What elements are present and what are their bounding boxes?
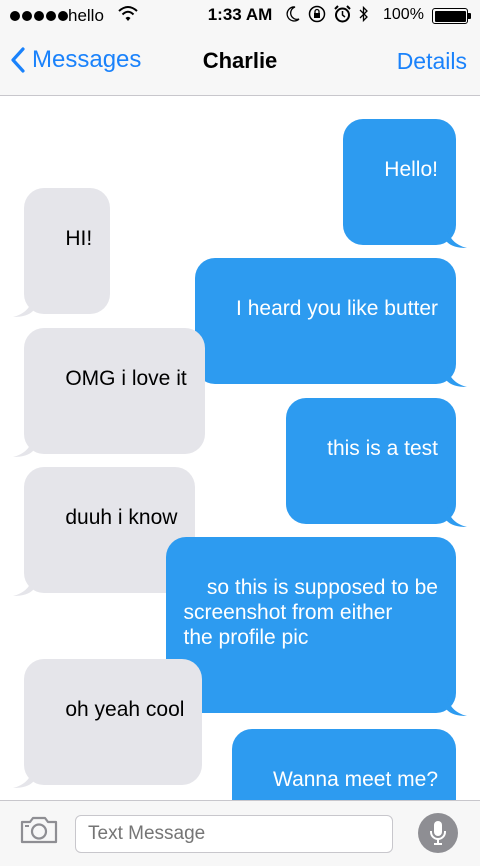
message-bubble-outgoing[interactable]: so this is supposed to be screenshot fro… (165, 537, 467, 716)
message-text: Wanna meet me? (273, 768, 438, 791)
message-bubble-outgoing[interactable]: I heard you like butter (194, 258, 467, 387)
details-button[interactable]: Details (397, 48, 467, 75)
message-text: Hello! (384, 158, 438, 181)
microphone-icon (430, 821, 446, 845)
message-bubble-incoming[interactable]: oh yeah cool (13, 659, 203, 788)
battery-icon (432, 8, 468, 24)
nav-bar: Messages Charlie Details (0, 32, 480, 96)
alarm-icon (334, 5, 351, 28)
message-text: duuh i know (65, 506, 178, 529)
bluetooth-icon (359, 5, 369, 28)
battery-percent: 100% (383, 6, 424, 23)
rotation-lock-icon (308, 5, 326, 28)
message-bubble-outgoing[interactable]: this is a test (285, 398, 467, 527)
back-chevron-icon (11, 47, 25, 73)
camera-icon (20, 816, 58, 844)
message-bubble-incoming[interactable]: OMG i love it (13, 328, 205, 457)
message-text: so this is supposed to be screenshot fro… (183, 576, 439, 649)
message-text: oh yeah cool (65, 698, 185, 721)
composer-bar (0, 800, 480, 866)
message-text: OMG i love it (65, 367, 187, 390)
message-text: I heard you like butter (236, 297, 438, 320)
message-input[interactable] (75, 815, 393, 853)
moon-icon (286, 6, 300, 27)
back-label: Messages (32, 46, 142, 73)
camera-button[interactable] (19, 815, 59, 850)
message-text: this is a test (327, 437, 438, 460)
message-thread[interactable]: Hello! HI! I heard you like butter OMG i… (0, 97, 480, 858)
microphone-button[interactable] (418, 813, 458, 853)
message-bubble-incoming[interactable]: HI! (13, 188, 111, 317)
message-text: HI! (65, 227, 93, 250)
message-bubble-outgoing[interactable]: Hello! (342, 119, 467, 248)
back-button[interactable]: Messages (10, 46, 141, 74)
status-bar: hello 1:33 AM 100% (0, 0, 480, 32)
